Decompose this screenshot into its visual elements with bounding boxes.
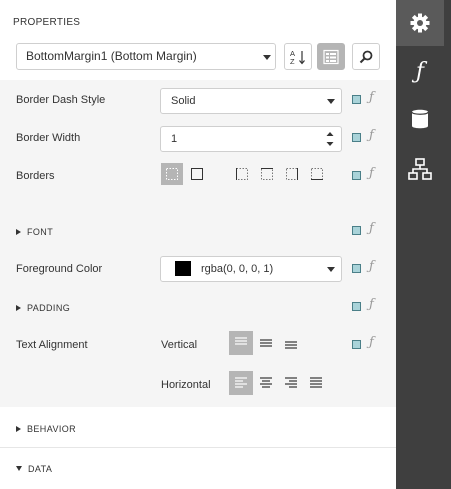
border-all-icon (191, 168, 203, 180)
property-marker-icon[interactable] (352, 95, 361, 104)
border-none-button[interactable] (161, 163, 183, 185)
border-bottom-button[interactable] (306, 163, 328, 185)
sidebar-item-properties[interactable] (396, 0, 444, 46)
borders-label: Borders (16, 170, 55, 182)
border-width-label: Border Width (16, 132, 81, 144)
align-bottom-icon (285, 341, 297, 349)
search-button[interactable] (352, 43, 380, 70)
sidebar-item-report-explorer[interactable] (396, 146, 444, 192)
search-icon (359, 50, 373, 63)
database-icon (411, 109, 429, 129)
color-swatch (175, 261, 191, 276)
component-select-value: BottomMargin1 (Bottom Margin) (26, 49, 197, 63)
property-marker-icon[interactable] (352, 226, 361, 235)
svg-text:Z: Z (290, 57, 295, 66)
border-bottom-icon (311, 168, 323, 180)
panel-title: PROPERTIES (13, 17, 81, 28)
behavior-section-label: BEHAVIOR (27, 424, 77, 434)
align-center-button[interactable] (254, 371, 278, 395)
categorized-icon (323, 49, 339, 64)
font-section-label: FONT (27, 227, 54, 237)
border-width-value: 1 (171, 133, 178, 145)
chevron-right-icon (16, 229, 21, 235)
align-justify-button[interactable] (304, 371, 328, 395)
spinner-icon[interactable] (325, 129, 335, 149)
align-top-icon (235, 337, 247, 345)
align-middle-icon (260, 339, 272, 347)
chevron-down-icon (327, 267, 335, 272)
align-center-icon (260, 377, 272, 388)
function-icon[interactable]: ƒ (369, 297, 374, 312)
data-section-toggle[interactable]: DATA (16, 464, 52, 474)
font-section-toggle[interactable]: FONT (16, 227, 53, 237)
chevron-right-icon (16, 426, 21, 432)
border-left-icon (236, 168, 248, 180)
categorized-view-button[interactable] (317, 43, 345, 70)
align-middle-button[interactable] (254, 331, 278, 355)
padding-section-toggle[interactable]: PADDING (16, 303, 70, 313)
align-left-button[interactable] (229, 371, 253, 395)
border-left-button[interactable] (231, 163, 253, 185)
vertical-alignment-label: Vertical (161, 339, 198, 351)
properties-panel: PROPERTIES BottomMargin1 (Bottom Margin)… (0, 0, 396, 489)
align-justify-icon (310, 377, 322, 388)
component-select[interactable]: BottomMargin1 (Bottom Margin) (16, 43, 276, 70)
border-top-button[interactable] (256, 163, 278, 185)
sidebar-item-expressions[interactable]: ƒ (396, 48, 444, 94)
data-section-label: DATA (28, 464, 53, 474)
hierarchy-icon (408, 158, 432, 180)
right-sidebar: ƒ (396, 0, 451, 489)
align-left-icon (235, 377, 247, 388)
property-marker-icon[interactable] (352, 171, 361, 180)
chevron-down-icon (263, 55, 271, 60)
sort-alphabetically-button[interactable]: A Z (284, 43, 312, 70)
align-right-button[interactable] (279, 371, 303, 395)
chevron-right-icon (16, 305, 21, 311)
border-width-input[interactable]: 1 (160, 126, 342, 152)
border-right-icon (286, 168, 298, 180)
align-bottom-button[interactable] (279, 331, 303, 355)
chevron-down-icon (16, 466, 22, 471)
border-dash-style-label: Border Dash Style (16, 94, 106, 106)
gear-icon (410, 13, 430, 33)
foreground-color-label: Foreground Color (16, 263, 103, 275)
sort-az-icon: A Z (290, 49, 305, 66)
function-icon[interactable]: ƒ (369, 221, 374, 236)
align-right-icon (285, 377, 297, 388)
border-dash-style-select[interactable]: Solid (160, 88, 342, 114)
chevron-down-icon (327, 99, 335, 104)
property-marker-icon[interactable] (352, 264, 361, 273)
function-icon[interactable]: ƒ (369, 259, 374, 274)
padding-section-label: PADDING (27, 303, 71, 313)
property-marker-icon[interactable] (352, 133, 361, 142)
border-all-button[interactable] (186, 163, 208, 185)
function-icon[interactable]: ƒ (369, 335, 374, 350)
align-top-button[interactable] (229, 331, 253, 355)
appearance-group: Border Dash Style Solid ƒ Border Width 1… (0, 80, 396, 407)
border-none-icon (166, 168, 178, 180)
foreground-color-select[interactable]: rgba(0, 0, 0, 1) (160, 256, 342, 282)
horizontal-alignment-label: Horizontal (161, 379, 211, 391)
section-divider (0, 447, 396, 448)
border-right-button[interactable] (281, 163, 303, 185)
behavior-section-toggle[interactable]: BEHAVIOR (16, 424, 76, 434)
foreground-color-value: rgba(0, 0, 0, 1) (201, 263, 274, 275)
border-top-icon (261, 168, 273, 180)
function-icon: ƒ (415, 58, 425, 84)
text-alignment-label: Text Alignment (16, 339, 88, 351)
function-icon[interactable]: ƒ (369, 166, 374, 181)
function-icon[interactable]: ƒ (369, 128, 374, 143)
property-marker-icon[interactable] (352, 340, 361, 349)
sidebar-item-data-source[interactable] (396, 96, 444, 142)
property-marker-icon[interactable] (352, 302, 361, 311)
function-icon[interactable]: ƒ (369, 90, 374, 105)
border-dash-style-value: Solid (171, 95, 196, 107)
